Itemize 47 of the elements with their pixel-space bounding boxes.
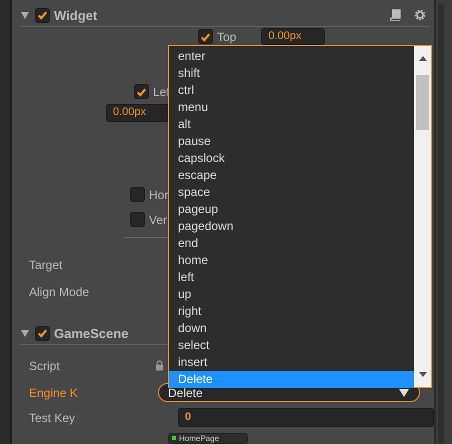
property-label: Engine K [29,386,79,400]
scroll-down-arrow-icon[interactable] [419,372,427,377]
dropdown-option[interactable]: capslock [169,150,414,167]
dropdown-option[interactable]: space [169,184,414,201]
property-label: Script [29,358,61,372]
checkbox[interactable] [130,187,145,202]
dropdown-option[interactable]: pageup [169,201,414,218]
dropdown-option[interactable]: pause [169,133,414,150]
checkbox-label: Top [217,30,236,44]
number-field[interactable]: 0 [178,408,434,427]
checkbox[interactable] [35,8,50,22]
scrollbar[interactable] [414,46,431,387]
expand-toggle[interactable] [21,12,29,18]
settings-icon[interactable] [414,9,426,21]
property-label: Target [29,258,64,272]
scroll-up-arrow-icon[interactable] [419,56,427,61]
node-tag[interactable]: HomePage [168,432,248,444]
checkbox[interactable] [35,326,50,340]
checkbox[interactable] [134,84,149,99]
dropdown-option[interactable]: left [169,269,414,286]
dropdown-option[interactable]: end [169,235,414,252]
dropdown-option[interactable]: select [169,337,414,354]
book-icon[interactable] [389,9,401,21]
value-field[interactable]: 0.00px [261,28,326,45]
checkbox-label: Hor [149,188,168,202]
scrollbar-thumb[interactable] [416,75,429,130]
checkbox[interactable] [198,29,213,44]
dropdown-option[interactable]: shift [169,65,414,82]
dropdown-option[interactable]: menu [169,99,414,116]
component-title: Widget [54,8,98,22]
property-label: Align Mode [29,284,90,298]
dropdown-option[interactable]: up [169,286,414,303]
dropdown-option[interactable]: alt [169,116,414,133]
dropdown-option[interactable]: ctrl [169,82,414,99]
dropdown-option[interactable]: escape [169,167,414,184]
property-label: Test Key [29,410,76,424]
expand-toggle[interactable] [21,330,29,336]
dropdown-option[interactable]: insert [169,354,414,371]
component-title: GameScene [54,326,128,340]
checkbox-label: Ver [149,212,168,226]
checkbox[interactable] [130,212,145,227]
dropdown-option[interactable]: home [169,252,414,269]
dropdown-option[interactable]: right [169,303,414,320]
dropdown-option[interactable]: pagedown [169,218,414,235]
dropdown-option[interactable]: down [169,320,414,337]
dropdown-option[interactable]: enter [169,48,414,65]
value-field[interactable]: 0.00px [106,104,170,122]
